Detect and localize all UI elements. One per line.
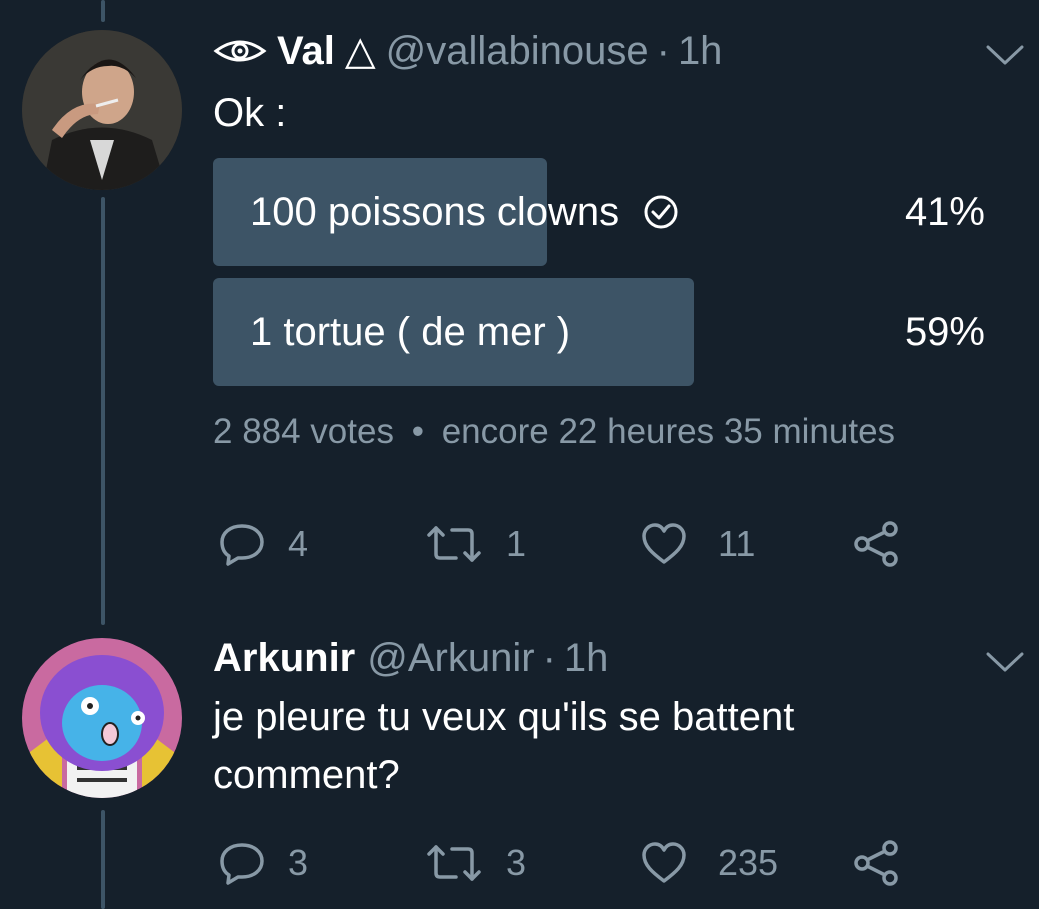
check-circle-icon: [643, 194, 679, 230]
like-button[interactable]: 11: [640, 522, 755, 566]
poll-separator: •: [411, 412, 424, 451]
timestamp[interactable]: 1h: [564, 634, 609, 682]
avatar-arkunir[interactable]: [22, 638, 182, 798]
reply-count: 4: [288, 523, 309, 564]
thread-line-bottom: [101, 810, 105, 909]
chevron-down-icon[interactable]: [986, 651, 1024, 678]
handle[interactable]: @vallabinouse: [386, 27, 649, 75]
avatar-image: [22, 30, 182, 190]
share-button[interactable]: [852, 839, 900, 887]
poll-remaining: encore 22 heures 35 minutes: [441, 412, 896, 451]
separator-dot: ·: [542, 636, 556, 680]
poll-option-2[interactable]: 1 tortue ( de mer ) 59%: [213, 278, 985, 386]
thread-line-middle: [101, 197, 105, 625]
poll-option-1[interactable]: 100 poissons clowns 41%: [213, 158, 985, 266]
retweet-count: 1: [506, 523, 527, 564]
like-icon: [640, 522, 688, 566]
separator-dot: ·: [656, 29, 670, 73]
share-icon: [852, 520, 900, 568]
name-triangle: △: [344, 29, 376, 73]
chevron-down-icon[interactable]: [986, 44, 1024, 71]
poll-option-label: 100 poissons clowns: [250, 158, 679, 266]
retweet-icon: [426, 841, 482, 885]
display-name[interactable]: Arkunir: [213, 634, 355, 682]
retweet-button[interactable]: 1: [426, 522, 526, 566]
share-button[interactable]: [852, 520, 900, 568]
retweet-icon: [426, 522, 482, 566]
poll-meta: 2 884 votes • encore 22 heures 35 minute…: [213, 412, 895, 452]
retweet-button[interactable]: 3: [426, 841, 526, 885]
poll-option-text: 100 poissons clowns: [250, 190, 620, 234]
reply-icon: [218, 522, 266, 566]
retweet-count: 3: [506, 842, 527, 883]
poll-option-label: 1 tortue ( de mer ): [250, 278, 570, 386]
reply-button[interactable]: 3: [218, 841, 308, 885]
reply-count: 3: [288, 842, 309, 883]
tweet-text: Ok :: [213, 91, 287, 135]
avatar-val[interactable]: [22, 30, 182, 190]
tweet-text: je pleure tu veux qu'ils se battent comm…: [213, 688, 794, 804]
reply-button[interactable]: 4: [218, 522, 308, 566]
like-button[interactable]: 235: [640, 841, 778, 885]
poll-option-text: 1 tortue ( de mer ): [250, 310, 571, 354]
avatar-image: [22, 638, 182, 798]
poll-percent: 41%: [904, 190, 985, 234]
tweet-header: Val △ @vallabinouse · 1h: [213, 27, 722, 75]
tweet-header: Arkunir @Arkunir · 1h: [213, 634, 608, 682]
tweet-text-line: comment?: [213, 753, 400, 797]
like-icon: [640, 841, 688, 885]
tweet-text-line: je pleure tu veux qu'ils se battent: [213, 695, 795, 739]
thread-line-top: [101, 0, 105, 22]
display-name[interactable]: Val: [277, 27, 335, 75]
poll-votes: 2 884 votes: [213, 412, 394, 451]
eye-icon: [213, 37, 267, 65]
like-count: 11: [718, 523, 756, 564]
poll-percent: 59%: [904, 310, 985, 354]
like-count: 235: [718, 842, 779, 883]
reply-icon: [218, 841, 266, 885]
handle[interactable]: @Arkunir: [367, 634, 534, 682]
timestamp[interactable]: 1h: [678, 27, 723, 75]
share-icon: [852, 839, 900, 887]
